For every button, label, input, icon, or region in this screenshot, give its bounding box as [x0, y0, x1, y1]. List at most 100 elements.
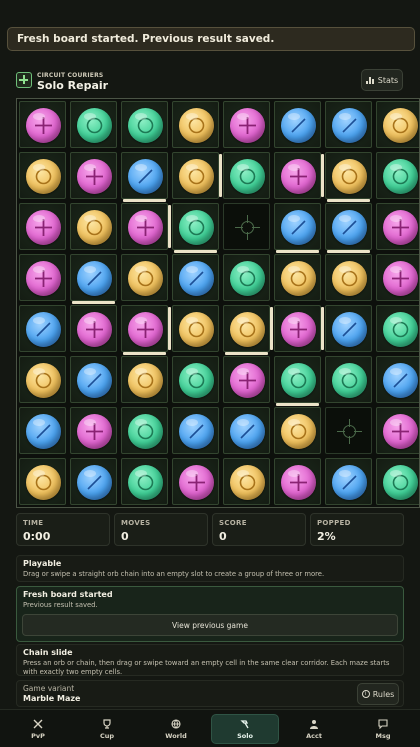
- board-cell[interactable]: [172, 254, 219, 301]
- green-ring-orb[interactable]: [128, 108, 163, 143]
- board-cell[interactable]: [274, 458, 321, 505]
- board-cell[interactable]: [274, 203, 321, 250]
- board-cell[interactable]: [325, 458, 372, 505]
- yellow-ring-orb[interactable]: [26, 363, 61, 398]
- board-cell[interactable]: [19, 152, 66, 199]
- blue-slash-orb[interactable]: [281, 108, 316, 143]
- board-cell[interactable]: [376, 152, 419, 199]
- nav-item-acct[interactable]: Acct: [280, 714, 348, 744]
- yellow-ring-orb[interactable]: [332, 159, 367, 194]
- board-cell[interactable]: [70, 356, 117, 403]
- blue-slash-orb[interactable]: [179, 414, 214, 449]
- pink-plus-orb[interactable]: [26, 210, 61, 245]
- board-cell[interactable]: [325, 203, 372, 250]
- blue-slash-orb[interactable]: [26, 312, 61, 347]
- blue-slash-orb[interactable]: [281, 210, 316, 245]
- yellow-ring-orb[interactable]: [383, 108, 418, 143]
- board-cell[interactable]: [274, 356, 321, 403]
- green-ring-orb[interactable]: [383, 312, 418, 347]
- green-ring-orb[interactable]: [383, 465, 418, 500]
- pink-plus-orb[interactable]: [230, 363, 265, 398]
- board-cell[interactable]: [19, 407, 66, 454]
- yellow-ring-orb[interactable]: [128, 261, 163, 296]
- pink-plus-orb[interactable]: [383, 261, 418, 296]
- board-cell[interactable]: [70, 152, 117, 199]
- yellow-ring-orb[interactable]: [128, 363, 163, 398]
- blue-slash-orb[interactable]: [383, 363, 418, 398]
- yellow-ring-orb[interactable]: [230, 465, 265, 500]
- green-ring-orb[interactable]: [383, 159, 418, 194]
- board-cell[interactable]: [376, 101, 419, 148]
- pink-plus-orb[interactable]: [77, 414, 112, 449]
- board-cell[interactable]: [172, 203, 219, 250]
- board-cell[interactable]: [325, 152, 372, 199]
- pink-plus-orb[interactable]: [281, 465, 316, 500]
- green-ring-orb[interactable]: [230, 261, 265, 296]
- board-cell[interactable]: [19, 254, 66, 301]
- empty-slot[interactable]: [325, 407, 372, 454]
- board-cell[interactable]: [223, 254, 270, 301]
- board-cell[interactable]: [274, 101, 321, 148]
- board-cell[interactable]: [70, 203, 117, 250]
- pink-plus-orb[interactable]: [230, 108, 265, 143]
- board-cell[interactable]: [121, 152, 168, 199]
- board-cell[interactable]: [274, 305, 321, 352]
- board-cell[interactable]: [70, 458, 117, 505]
- blue-slash-orb[interactable]: [77, 465, 112, 500]
- board-cell[interactable]: [376, 407, 419, 454]
- green-ring-orb[interactable]: [77, 108, 112, 143]
- pink-plus-orb[interactable]: [281, 159, 316, 194]
- board-cell[interactable]: [172, 356, 219, 403]
- board-cell[interactable]: [121, 407, 168, 454]
- nav-item-solo[interactable]: Solo: [211, 714, 279, 744]
- board-cell[interactable]: [223, 305, 270, 352]
- board-cell[interactable]: [325, 254, 372, 301]
- board-cell[interactable]: [223, 407, 270, 454]
- blue-slash-orb[interactable]: [230, 414, 265, 449]
- board-cell[interactable]: [70, 254, 117, 301]
- green-ring-orb[interactable]: [281, 363, 316, 398]
- yellow-ring-orb[interactable]: [179, 312, 214, 347]
- rules-button[interactable]: i Rules: [357, 683, 399, 705]
- board-cell[interactable]: [172, 305, 219, 352]
- green-ring-orb[interactable]: [128, 414, 163, 449]
- board-cell[interactable]: [274, 254, 321, 301]
- board-cell[interactable]: [121, 356, 168, 403]
- board-cell[interactable]: [274, 407, 321, 454]
- nav-item-pvp[interactable]: PvP: [4, 714, 72, 744]
- board-cell[interactable]: [172, 101, 219, 148]
- board-cell[interactable]: [223, 152, 270, 199]
- board-cell[interactable]: [376, 458, 419, 505]
- board-cell[interactable]: [70, 101, 117, 148]
- blue-slash-orb[interactable]: [332, 312, 367, 347]
- board-cell[interactable]: [70, 407, 117, 454]
- view-previous-game-button[interactable]: View previous game: [22, 614, 398, 636]
- yellow-ring-orb[interactable]: [26, 159, 61, 194]
- board-cell[interactable]: [19, 203, 66, 250]
- board-cell[interactable]: [19, 101, 66, 148]
- pink-plus-orb[interactable]: [179, 465, 214, 500]
- board-cell[interactable]: [172, 152, 219, 199]
- nav-item-world[interactable]: World: [142, 714, 210, 744]
- pink-plus-orb[interactable]: [128, 210, 163, 245]
- board-cell[interactable]: [19, 356, 66, 403]
- nav-item-msg[interactable]: Msg: [349, 714, 417, 744]
- yellow-ring-orb[interactable]: [26, 465, 61, 500]
- yellow-ring-orb[interactable]: [179, 159, 214, 194]
- blue-slash-orb[interactable]: [77, 363, 112, 398]
- green-ring-orb[interactable]: [332, 363, 367, 398]
- empty-slot[interactable]: [223, 203, 270, 250]
- green-ring-orb[interactable]: [179, 363, 214, 398]
- yellow-ring-orb[interactable]: [230, 312, 265, 347]
- board-cell[interactable]: [121, 101, 168, 148]
- green-ring-orb[interactable]: [230, 159, 265, 194]
- board-cell[interactable]: [223, 458, 270, 505]
- yellow-ring-orb[interactable]: [77, 210, 112, 245]
- board-cell[interactable]: [19, 458, 66, 505]
- green-ring-orb[interactable]: [128, 465, 163, 500]
- yellow-ring-orb[interactable]: [179, 108, 214, 143]
- board-cell[interactable]: [325, 101, 372, 148]
- blue-slash-orb[interactable]: [77, 261, 112, 296]
- board-cell[interactable]: [172, 458, 219, 505]
- yellow-ring-orb[interactable]: [332, 261, 367, 296]
